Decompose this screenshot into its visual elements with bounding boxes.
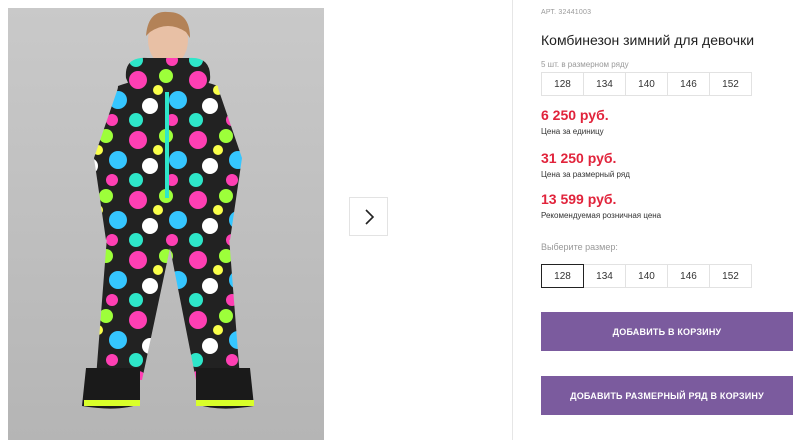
size-range-label: 5 шт. в размерном ряду <box>541 60 629 69</box>
range-price: 31 250 руб. <box>541 150 617 166</box>
size-option-140[interactable]: 140 <box>625 264 668 288</box>
retail-price-note: Рекомендуемая розничная цена <box>541 211 662 220</box>
size-option-146[interactable]: 146 <box>667 264 710 288</box>
unit-price-note: Цена за единицу <box>541 127 604 136</box>
add-range-to-cart-button[interactable]: Добавить размерный ряд в корзину <box>541 376 793 415</box>
size-selector: 128 134 140 146 152 <box>541 264 752 288</box>
range-price-note: Цена за размерный ряд <box>541 170 630 179</box>
size-range-row: 128 134 140 146 152 <box>541 72 752 96</box>
gallery-next-button[interactable] <box>349 197 388 236</box>
range-size-cell: 128 <box>541 72 584 96</box>
size-option-128[interactable]: 128 <box>541 264 584 288</box>
product-sku: АРТ. 32441003 <box>541 9 592 16</box>
add-to-cart-button[interactable]: Добавить в корзину <box>541 312 793 351</box>
range-size-cell: 140 <box>625 72 668 96</box>
choose-size-label: Выберите размер: <box>541 242 618 252</box>
product-photo[interactable] <box>8 8 324 440</box>
size-option-134[interactable]: 134 <box>583 264 626 288</box>
product-page: АРТ. 32441003 Комбинезон зимний для дево… <box>0 0 800 440</box>
chevron-right-icon <box>364 208 374 225</box>
size-option-152[interactable]: 152 <box>709 264 752 288</box>
retail-price: 13 599 руб. <box>541 191 617 207</box>
product-title: Комбинезон зимний для девочки <box>541 32 755 48</box>
unit-price: 6 250 руб. <box>541 107 609 123</box>
column-divider <box>512 0 513 440</box>
range-size-cell: 134 <box>583 72 626 96</box>
range-size-cell: 152 <box>709 72 752 96</box>
girl-in-snowsuit-image <box>82 11 254 409</box>
range-size-cell: 146 <box>667 72 710 96</box>
